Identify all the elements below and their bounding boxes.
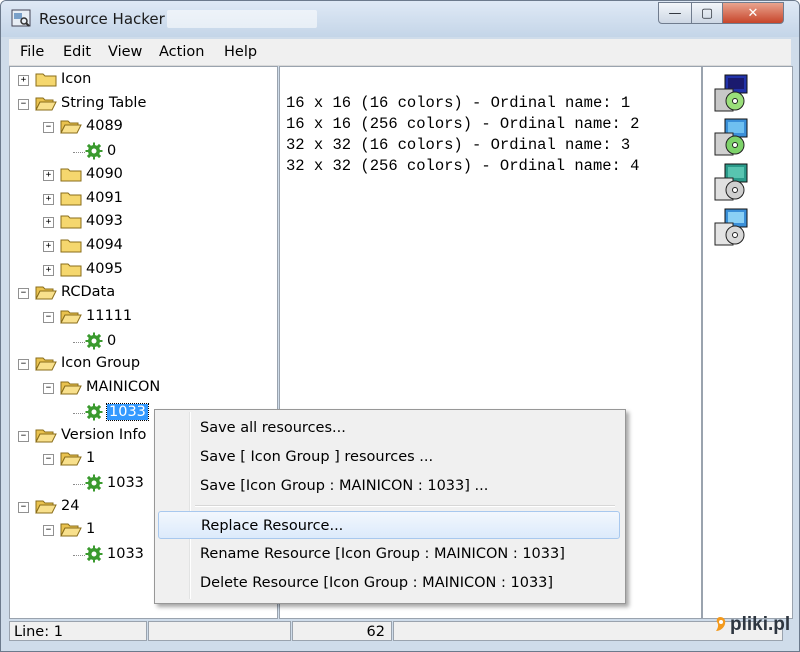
folder-open-icon bbox=[60, 118, 86, 134]
folder-open-icon bbox=[35, 355, 61, 371]
status-line: Line: 1 bbox=[9, 621, 147, 641]
menu-item-rename-resource[interactable]: Rename Resource [Icon Group : MAINICON :… bbox=[158, 540, 620, 568]
folder-closed-icon bbox=[60, 237, 86, 253]
expand-icon[interactable]: + bbox=[43, 169, 54, 181]
folder-open-icon bbox=[35, 284, 61, 300]
tree-item-label: 4094 bbox=[86, 236, 123, 253]
tree-connector bbox=[73, 341, 85, 343]
tree-item-label: 1 bbox=[86, 521, 96, 538]
expand-icon[interactable]: + bbox=[43, 264, 54, 276]
collapse-icon[interactable]: − bbox=[43, 383, 54, 395]
icon-preview-pane bbox=[702, 66, 793, 619]
collapse-icon[interactable]: − bbox=[18, 501, 29, 513]
folder-closed-icon bbox=[60, 166, 86, 182]
menu-view[interactable]: View bbox=[108, 44, 142, 60]
tree-item-label: 1033 bbox=[106, 402, 149, 421]
tree-item-label: 1033 bbox=[107, 546, 144, 562]
expand-icon[interactable]: + bbox=[43, 240, 54, 252]
text-line: 16 x 16 (256 colors) - Ordinal name: 2 bbox=[286, 115, 640, 133]
folder-open-icon bbox=[35, 95, 61, 111]
close-button[interactable]: ✕ bbox=[722, 2, 784, 24]
gear-icon bbox=[85, 545, 107, 563]
expand-icon[interactable]: + bbox=[18, 75, 29, 86]
collapse-icon[interactable]: − bbox=[18, 430, 29, 442]
folder-closed-icon bbox=[60, 190, 86, 206]
gear-icon bbox=[85, 142, 107, 160]
tree-connector bbox=[73, 152, 85, 154]
folder-open-icon bbox=[60, 308, 86, 324]
folder-open-icon bbox=[35, 427, 61, 443]
tree-item-label: 1033 bbox=[107, 474, 144, 491]
tree-item-label: Icon bbox=[61, 71, 92, 87]
tree-item-label: String Table bbox=[61, 94, 147, 111]
menu-file[interactable]: File bbox=[20, 44, 44, 60]
menu-item-save-all[interactable]: Save all resources... bbox=[158, 414, 620, 442]
folder-open-icon bbox=[35, 498, 61, 514]
text-line: 32 x 32 (16 colors) - Ordinal name: 3 bbox=[286, 136, 631, 154]
folder-open-icon bbox=[60, 379, 86, 395]
tree-item-label: RCData bbox=[61, 284, 116, 301]
collapse-icon[interactable]: − bbox=[18, 359, 29, 371]
expand-icon[interactable]: + bbox=[43, 217, 54, 229]
menu-separator bbox=[195, 505, 615, 507]
status-cell-empty bbox=[148, 621, 291, 641]
pliki-logo-icon bbox=[716, 617, 726, 631]
tree-item-label: 4091 bbox=[86, 189, 123, 206]
menu-edit[interactable]: Edit bbox=[63, 44, 91, 60]
menu-item-save-resource[interactable]: Save [Icon Group : MAINICON : 1033] ... bbox=[158, 472, 620, 500]
folder-open-icon bbox=[60, 521, 86, 537]
tree-connector bbox=[73, 555, 85, 556]
tree-item-label: 1 bbox=[86, 450, 96, 467]
minimize-button[interactable]: — bbox=[658, 2, 692, 24]
tree-connector bbox=[73, 412, 85, 414]
status-value: 62 bbox=[292, 621, 392, 641]
tree-item-label: 4089 bbox=[86, 118, 123, 135]
menu-item-save-group[interactable]: Save [ Icon Group ] resources ... bbox=[158, 443, 620, 471]
tree-item-label: MAINICON bbox=[86, 379, 161, 396]
folder-closed-icon bbox=[35, 71, 61, 87]
text-line: 16 x 16 (16 colors) - Ordinal name: 1 bbox=[286, 94, 631, 112]
collapse-icon[interactable]: − bbox=[43, 525, 54, 537]
title-bar[interactable]: Resource Hacker — ▢ ✕ bbox=[1, 1, 799, 37]
menu-help[interactable]: Help bbox=[224, 44, 257, 60]
collapse-icon[interactable]: − bbox=[43, 454, 54, 466]
context-menu: Save all resources... Save [ Icon Group … bbox=[154, 409, 626, 604]
menu-item-replace-resource[interactable]: Replace Resource... bbox=[158, 511, 620, 539]
watermark: pliki.pl bbox=[730, 614, 791, 635]
tree-item-label: 0 bbox=[107, 143, 117, 160]
folder-open-icon bbox=[60, 450, 86, 466]
collapse-icon[interactable]: − bbox=[18, 98, 29, 110]
window-title: Resource Hacker bbox=[39, 10, 165, 28]
collapse-icon[interactable]: − bbox=[18, 288, 29, 300]
tree-item-label: Version Info bbox=[61, 426, 147, 443]
text-line: 32 x 32 (256 colors) - Ordinal name: 4 bbox=[286, 157, 640, 175]
tree-item-label: Icon Group bbox=[61, 355, 141, 372]
folder-closed-icon bbox=[60, 213, 86, 229]
collapse-icon[interactable]: − bbox=[43, 312, 54, 323]
menu-bar: File Edit View Action Help bbox=[9, 39, 791, 66]
tree-item-label: 24 bbox=[61, 497, 80, 514]
installer-icon bbox=[714, 74, 748, 112]
gear-icon bbox=[85, 332, 107, 350]
maximize-button[interactable]: ▢ bbox=[691, 2, 723, 24]
menu-item-delete-resource[interactable]: Delete Resource [Icon Group : MAINICON :… bbox=[158, 569, 620, 597]
menu-action[interactable]: Action bbox=[159, 44, 204, 60]
gear-icon bbox=[85, 403, 107, 421]
tree-item-label: 4095 bbox=[86, 260, 123, 277]
tree-connector bbox=[73, 483, 85, 485]
installer-icon bbox=[714, 118, 748, 156]
tree-item-label: 4090 bbox=[86, 165, 123, 182]
installer-icon bbox=[714, 163, 748, 201]
title-extra-area bbox=[167, 10, 317, 28]
gear-icon bbox=[85, 474, 107, 492]
expand-icon[interactable]: + bbox=[43, 193, 54, 205]
tree-item-label: 4093 bbox=[86, 213, 123, 230]
collapse-icon[interactable]: − bbox=[43, 122, 54, 134]
resource-hacker-app-icon bbox=[11, 9, 31, 27]
status-bar: Line: 1 62 bbox=[9, 619, 791, 643]
folder-closed-icon bbox=[60, 261, 86, 277]
installer-icon bbox=[714, 208, 748, 246]
tree-item-label: 11111 bbox=[86, 308, 133, 324]
tree-item-label: 0 bbox=[107, 332, 117, 349]
